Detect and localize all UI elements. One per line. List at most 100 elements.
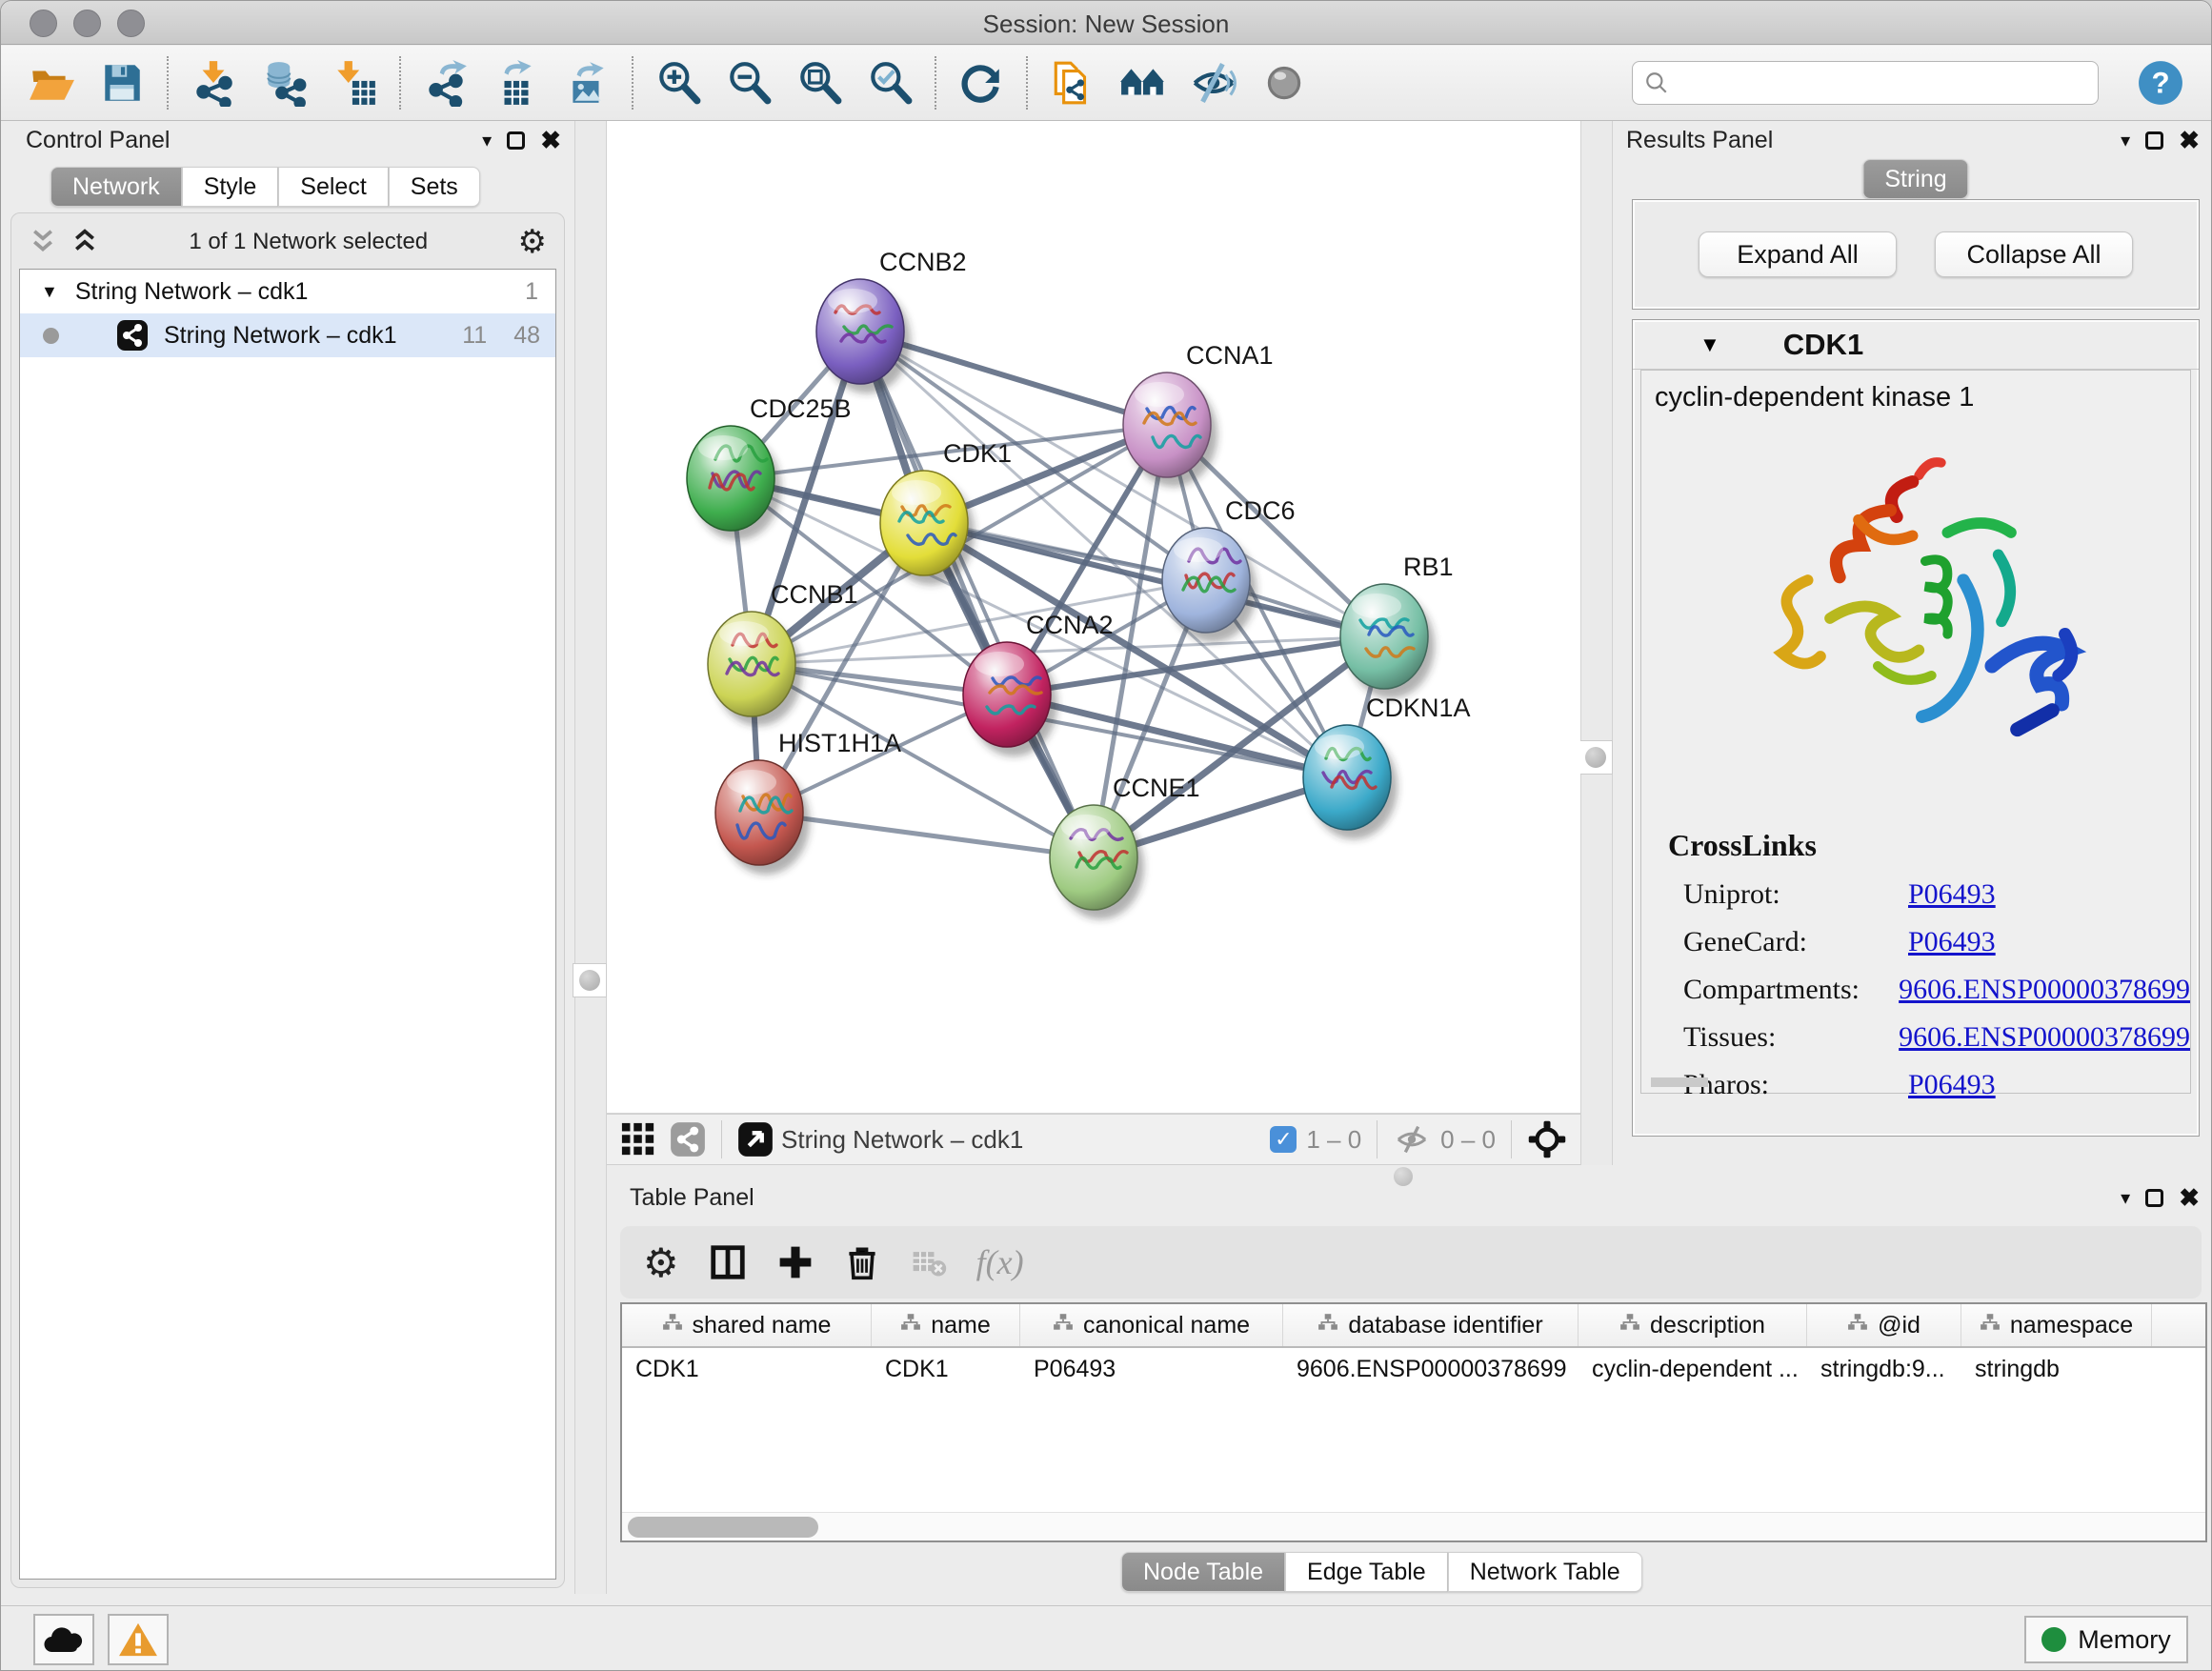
network-collection-row[interactable]: ▼ String Network – cdk1 1 bbox=[20, 270, 555, 313]
zoom-fit-icon[interactable] bbox=[795, 59, 843, 107]
detach-view-icon[interactable] bbox=[737, 1121, 774, 1158]
import-database-icon[interactable] bbox=[260, 59, 308, 107]
zoom-selected-icon[interactable] bbox=[866, 59, 914, 107]
left-splitter[interactable] bbox=[574, 121, 607, 1594]
table-cell[interactable]: CDK1 bbox=[622, 1348, 872, 1392]
collapse-all-button[interactable]: Collapse All bbox=[1935, 232, 2133, 277]
network-canvas[interactable]: CCNB2CCNA1CDC25BCDK1CDC6RB1CCNB1CCNA2CDK… bbox=[607, 121, 1580, 1114]
help-icon[interactable]: ? bbox=[2137, 59, 2184, 107]
maximize-panel-icon[interactable] bbox=[2145, 1189, 2163, 1207]
gene-expander-icon[interactable]: ▼ bbox=[1699, 332, 1720, 357]
scrollbar-thumb[interactable] bbox=[628, 1517, 818, 1538]
table-cell[interactable]: 9606.ENSP00000378699 bbox=[1283, 1348, 1579, 1392]
column-header-shared-name[interactable]: shared name bbox=[622, 1304, 872, 1346]
function-icon[interactable]: f(x) bbox=[976, 1242, 1024, 1282]
results-scrollbar[interactable] bbox=[1651, 1077, 1708, 1087]
network-row[interactable]: String Network – cdk1 11 48 bbox=[20, 313, 555, 357]
column-header--id[interactable]: @id bbox=[1807, 1304, 1961, 1346]
tab-network[interactable]: Network bbox=[50, 167, 182, 207]
warnings-button[interactable] bbox=[108, 1614, 169, 1665]
main-toolbar: ? bbox=[1, 46, 2211, 121]
tab-edge-table[interactable]: Edge Table bbox=[1285, 1552, 1448, 1592]
share-document-icon[interactable] bbox=[1049, 59, 1096, 107]
memory-button[interactable]: Memory bbox=[2024, 1616, 2188, 1663]
homes-icon[interactable] bbox=[1119, 59, 1167, 107]
table-row[interactable]: CDK1CDK1P064939606.ENSP00000378699cyclin… bbox=[622, 1348, 2205, 1392]
tab-select[interactable]: Select bbox=[278, 167, 388, 207]
tab-network-table[interactable]: Network Table bbox=[1448, 1552, 1642, 1592]
refresh-icon[interactable] bbox=[957, 59, 1005, 107]
expand-all-icon[interactable] bbox=[70, 228, 99, 256]
network-options-gear-icon[interactable]: ⚙ bbox=[518, 223, 547, 261]
table-cell[interactable]: stringdb bbox=[1961, 1348, 2152, 1392]
node-CCNE1[interactable]: CCNE1 bbox=[1050, 774, 1200, 919]
crosslink-link[interactable]: P06493 bbox=[1908, 1069, 1996, 1101]
open-folder-icon[interactable] bbox=[28, 59, 75, 107]
maximize-panel-icon[interactable] bbox=[2145, 131, 2163, 150]
toolbar-separator bbox=[935, 56, 936, 110]
clear-table-icon[interactable] bbox=[910, 1243, 948, 1281]
birds-eye-grid-icon[interactable] bbox=[620, 1121, 656, 1158]
column-header-database-identifier[interactable]: database identifier bbox=[1283, 1304, 1579, 1346]
float-panel-icon[interactable]: ▾ bbox=[482, 129, 492, 152]
table-cell[interactable]: cyclin-dependent ... bbox=[1579, 1348, 1807, 1392]
tab-style[interactable]: Style bbox=[182, 167, 279, 207]
control-panel-tabs: Network Style Select Sets bbox=[50, 167, 480, 207]
tab-node-table[interactable]: Node Table bbox=[1121, 1552, 1285, 1592]
tab-string[interactable]: String bbox=[1862, 159, 1968, 199]
zoom-out-icon[interactable] bbox=[725, 59, 773, 107]
node-CDKN1A[interactable]: CDKN1A bbox=[1303, 694, 1471, 839]
node-position-icon[interactable] bbox=[1527, 1119, 1567, 1159]
table-cell[interactable]: stringdb:9... bbox=[1807, 1348, 1961, 1392]
export-network-icon[interactable] bbox=[422, 59, 470, 107]
node-CCNB2[interactable]: CCNB2 bbox=[816, 248, 967, 393]
column-header-canonical-name[interactable]: canonical name bbox=[1020, 1304, 1283, 1346]
crosslink-link[interactable]: 9606.ENSP00000378699 bbox=[1899, 1021, 2190, 1054]
collapse-all-icon[interactable] bbox=[29, 228, 57, 256]
search-input[interactable] bbox=[1679, 69, 2086, 97]
node-HIST1H1A[interactable]: HIST1H1A bbox=[715, 729, 901, 875]
column-header-name[interactable]: name bbox=[872, 1304, 1020, 1346]
maximize-panel-icon[interactable] bbox=[507, 131, 525, 150]
crosslink-link[interactable]: 9606.ENSP00000378699 bbox=[1899, 974, 2190, 1006]
column-header-namespace[interactable]: namespace bbox=[1961, 1304, 2152, 1346]
cloud-button[interactable] bbox=[33, 1614, 94, 1665]
left-splitter-handle[interactable] bbox=[573, 963, 607, 997]
columns-icon[interactable] bbox=[708, 1242, 748, 1282]
delete-icon[interactable] bbox=[843, 1243, 881, 1281]
svg-text:?: ? bbox=[2151, 66, 2169, 99]
tab-sets[interactable]: Sets bbox=[389, 167, 480, 207]
close-panel-icon[interactable]: ✖ bbox=[2179, 131, 2200, 150]
float-panel-icon[interactable]: ▾ bbox=[2121, 129, 2130, 152]
show-visibility-icon[interactable] bbox=[1260, 59, 1308, 107]
column-header-description[interactable]: description bbox=[1579, 1304, 1807, 1346]
edge-CCNB2-CCNE1[interactable] bbox=[860, 332, 1094, 857]
save-icon[interactable] bbox=[98, 59, 146, 107]
node-CCNA1[interactable]: CCNA1 bbox=[1123, 341, 1274, 487]
node-CCNB1[interactable]: CCNB1 bbox=[708, 580, 858, 726]
settings-gear-icon[interactable]: ⚙ bbox=[643, 1239, 679, 1286]
float-panel-icon[interactable]: ▾ bbox=[2121, 1186, 2130, 1210]
table-horizontal-scrollbar[interactable] bbox=[622, 1512, 2205, 1540]
crosslink-link[interactable]: P06493 bbox=[1908, 926, 1996, 958]
collection-expander-icon[interactable]: ▼ bbox=[41, 282, 58, 302]
table-cell[interactable]: CDK1 bbox=[872, 1348, 1020, 1392]
right-splitter-handle[interactable] bbox=[1579, 740, 1613, 775]
right-splitter[interactable] bbox=[1580, 121, 1613, 1165]
zoom-in-icon[interactable] bbox=[654, 59, 702, 107]
import-table-icon[interactable] bbox=[331, 59, 378, 107]
close-panel-icon[interactable]: ✖ bbox=[2179, 1189, 2200, 1207]
network-overview-icon[interactable] bbox=[670, 1121, 706, 1158]
crosslink-link[interactable]: P06493 bbox=[1908, 878, 1996, 911]
gene-section-header[interactable]: ▼ CDK1 bbox=[1633, 320, 2199, 370]
node-RB1[interactable]: RB1 bbox=[1340, 553, 1454, 698]
import-network-icon[interactable] bbox=[190, 59, 237, 107]
export-table-icon[interactable] bbox=[493, 59, 540, 107]
hide-visibility-icon[interactable] bbox=[1190, 59, 1237, 107]
table-cell[interactable]: P06493 bbox=[1020, 1348, 1283, 1392]
selected-checkbox-icon[interactable]: ✓ bbox=[1270, 1126, 1297, 1153]
close-panel-icon[interactable]: ✖ bbox=[540, 131, 561, 150]
add-column-icon[interactable] bbox=[776, 1243, 814, 1281]
expand-all-button[interactable]: Expand All bbox=[1699, 232, 1897, 277]
export-image-icon[interactable] bbox=[563, 59, 611, 107]
